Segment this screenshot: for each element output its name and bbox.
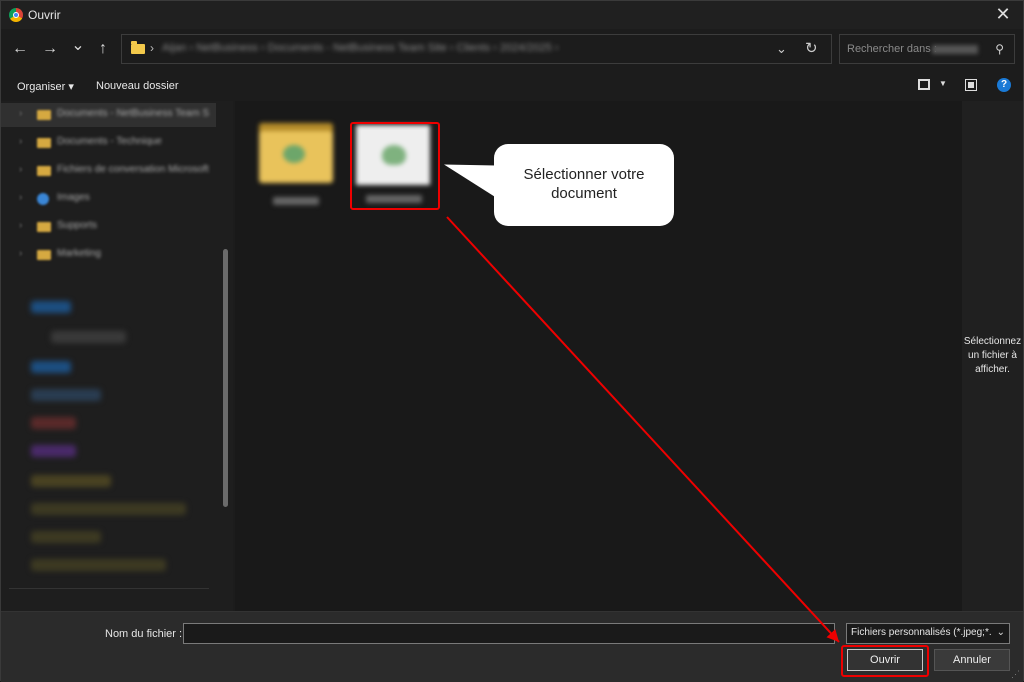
address-bar[interactable]: › Aijan › NetBusiness › Documents - NetB…: [121, 34, 832, 64]
preview-pane-icon[interactable]: [965, 79, 977, 91]
blurred-nav-item[interactable]: [31, 361, 71, 373]
callout-text: Sélectionner votre document: [494, 165, 674, 203]
refresh-icon[interactable]: ↻: [805, 39, 818, 57]
resize-grip-icon[interactable]: ⋰: [1011, 669, 1020, 680]
chevron-right-icon: ›: [19, 192, 23, 203]
blurred-nav-item[interactable]: [31, 503, 186, 515]
cancel-button[interactable]: Annuler: [934, 649, 1010, 671]
help-icon[interactable]: ?: [997, 78, 1011, 92]
folder-icon: [131, 41, 145, 54]
blurred-nav-item[interactable]: [31, 531, 101, 543]
sidebar-item-label: Documents - Technique: [57, 136, 162, 147]
title-bar: Ouvrir ✕: [1, 1, 1023, 29]
preview-message: Sélectionnez un fichier à afficher.: [963, 336, 1022, 375]
filetype-select[interactable]: Fichiers personnalisés (*.jpeg;*.j ⌄: [846, 623, 1010, 644]
view-icon[interactable]: [918, 79, 930, 90]
callout-bubble: Sélectionner votre document: [494, 144, 674, 226]
new-folder-button[interactable]: Nouveau dossier: [96, 80, 179, 92]
chevron-right-icon: ›: [19, 136, 23, 147]
blurred-nav-item[interactable]: [31, 301, 71, 313]
blurred-nav-item[interactable]: [31, 559, 166, 571]
sidebar-item-images[interactable]: › Images: [1, 187, 216, 211]
search-location-blurred: [932, 45, 978, 54]
chevron-right-icon: ›: [19, 108, 23, 119]
images-icon: [37, 193, 49, 205]
navigation-pane: › Documents - NetBusiness Team S › Docum…: [1, 101, 233, 611]
search-input[interactable]: Rechercher dans : ⚲: [839, 34, 1015, 64]
window-title: Ouvrir: [28, 8, 61, 22]
chevron-down-icon: ⌄: [996, 627, 1005, 638]
blurred-nav-item[interactable]: [31, 417, 76, 429]
command-bar: Organiser ▾ Nouveau dossier ▼ ?: [1, 71, 1023, 101]
search-placeholder: Rechercher dans :: [847, 43, 937, 55]
sidebar-item-label: Fichiers de conversation Microsoft: [57, 164, 209, 175]
filename-label: Nom du fichier :: [105, 628, 183, 640]
folder-icon: [37, 250, 51, 260]
folder-icon: [37, 222, 51, 232]
folder-name-blurred: [273, 197, 319, 205]
sidebar-item-documents-team[interactable]: › Documents - NetBusiness Team S: [1, 103, 216, 127]
forward-arrow-icon[interactable]: →: [40, 40, 60, 58]
bottom-bar: Nom du fichier : Fichiers personnalisés …: [1, 611, 1023, 682]
chevron-down-icon[interactable]: ⌄: [68, 35, 88, 55]
sidebar-divider: [9, 588, 209, 589]
callout-line-1: Sélectionner votre: [523, 166, 645, 183]
back-arrow-icon[interactable]: ←: [10, 40, 30, 58]
open-file-dialog: Ouvrir ✕ ← → ⌄ ↑ › Aijan › NetBusiness ›…: [0, 0, 1024, 682]
breadcrumb-separator: ›: [150, 41, 154, 55]
preview-pane: Sélectionnez un fichier à afficher.: [962, 101, 1023, 611]
sidebar-item-label: Supports: [57, 220, 98, 231]
filename-input[interactable]: [183, 623, 835, 644]
chevron-right-icon: ›: [19, 248, 23, 259]
breadcrumb[interactable]: Aijan › NetBusiness › Documents - NetBus…: [162, 42, 592, 56]
folder-icon: [37, 166, 51, 176]
up-arrow-icon[interactable]: ↑: [93, 40, 113, 58]
sidebar-scrollbar[interactable]: [223, 249, 228, 507]
filetype-value: Fichiers personnalisés (*.jpeg;*.j: [851, 627, 991, 638]
sidebar-item-label: Images: [57, 192, 90, 203]
sidebar-item-label: Marketing: [57, 248, 101, 259]
open-button[interactable]: Ouvrir: [847, 649, 923, 671]
callout-line-2: document: [551, 185, 617, 202]
close-icon[interactable]: ✕: [991, 4, 1015, 26]
sidebar-item-label: Documents - NetBusiness Team S: [57, 108, 210, 119]
folder-icon: [37, 138, 51, 148]
chevron-right-icon: ›: [19, 220, 23, 231]
folder-icon: [37, 110, 51, 120]
sidebar-item-conversations[interactable]: › Fichiers de conversation Microsoft: [1, 159, 216, 183]
chevron-right-icon: ›: [19, 164, 23, 175]
address-dropdown-icon[interactable]: ⌄: [776, 41, 787, 57]
view-dropdown-icon[interactable]: ▼: [939, 79, 947, 88]
search-icon[interactable]: ⚲: [995, 42, 1004, 56]
blurred-nav-item[interactable]: [31, 445, 76, 457]
sidebar-item-supports[interactable]: › Supports: [1, 215, 216, 239]
chrome-icon: [9, 8, 23, 22]
navigation-bar: ← → ⌄ ↑ › Aijan › NetBusiness › Document…: [1, 29, 1023, 71]
sidebar-item-documents-technique[interactable]: › Documents - Technique: [1, 131, 216, 155]
blurred-nav-item[interactable]: [31, 475, 111, 487]
blurred-nav-item[interactable]: [51, 331, 126, 343]
sidebar-item-marketing[interactable]: › Marketing: [1, 243, 216, 267]
organize-button[interactable]: Organiser ▾: [17, 80, 74, 93]
folder-item-blurred[interactable]: [253, 119, 335, 211]
file-highlight-box: [350, 122, 440, 210]
blurred-nav-item[interactable]: [31, 389, 101, 401]
